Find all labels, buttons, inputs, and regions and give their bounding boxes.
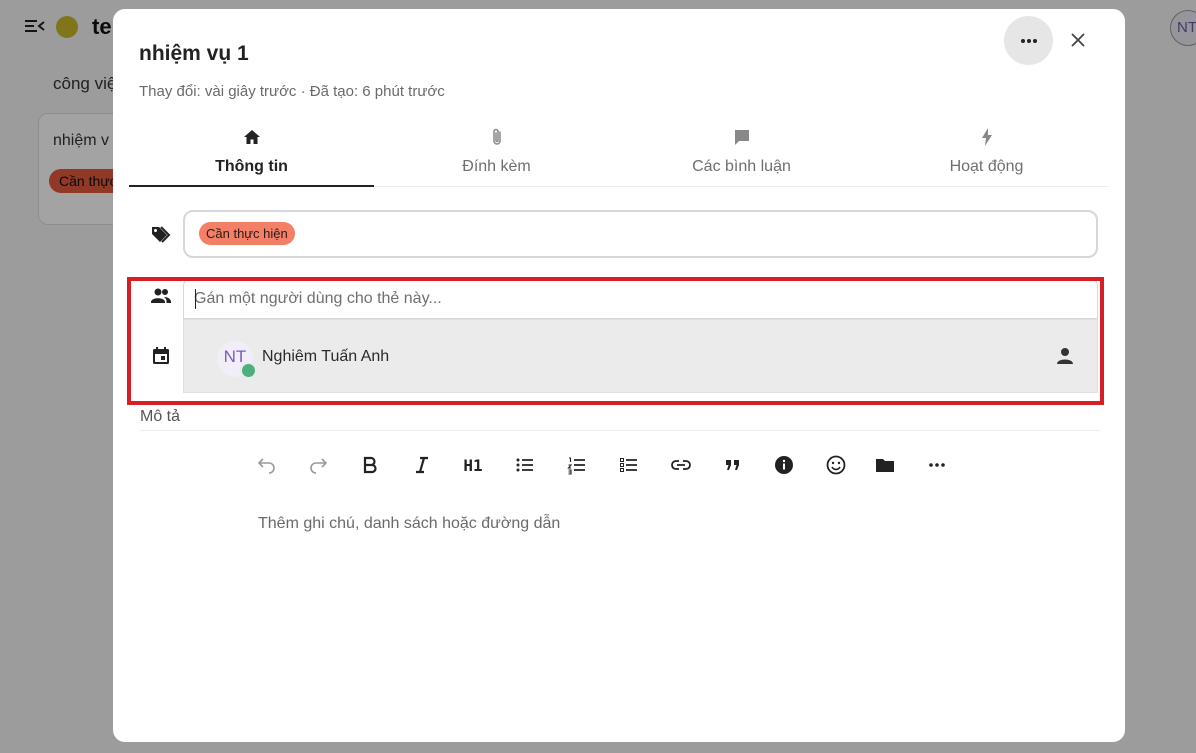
calendar-icon xyxy=(153,347,169,364)
tab-info[interactable]: Thông tin xyxy=(129,119,374,187)
close-button[interactable] xyxy=(1065,27,1091,53)
more-formatting-button[interactable] xyxy=(923,451,951,479)
emoji-button[interactable] xyxy=(822,451,850,479)
people-icon xyxy=(151,288,171,303)
undo-icon xyxy=(257,458,275,474)
person-icon xyxy=(1057,348,1073,364)
card-timestamps: Thay đổi: vài giây trước · Đã tạo: 6 phú… xyxy=(139,83,445,100)
tab-activity[interactable]: Hoạt động xyxy=(864,119,1109,187)
quote-icon xyxy=(726,460,739,470)
text-caret xyxy=(195,289,196,309)
label-tag[interactable]: Cần thực hiện xyxy=(199,222,295,245)
emoji-icon xyxy=(826,455,846,475)
tab-label: Hoạt động xyxy=(949,158,1024,175)
lightning-icon xyxy=(981,128,992,146)
numbered-list-button[interactable] xyxy=(563,451,591,479)
tab-bar: Thông tin Đính kèm Các bình luận Hoạt độ… xyxy=(129,119,1109,187)
card-detail-modal: nhiệm vụ 1 Thay đổi: vài giây trước · Đã… xyxy=(113,9,1125,742)
assignee-field[interactable] xyxy=(183,278,1098,319)
numbered-list-icon xyxy=(567,457,585,475)
description-label: Mô tả xyxy=(140,408,181,425)
bullet-list-icon xyxy=(516,458,533,472)
undo-button[interactable] xyxy=(253,451,281,479)
redo-icon xyxy=(310,458,328,474)
checklist-button[interactable] xyxy=(615,451,643,479)
tab-label: Các bình luận xyxy=(692,158,791,175)
tab-comments[interactable]: Các bình luận xyxy=(619,119,864,187)
description-editor-placeholder[interactable]: Thêm ghi chú, danh sách hoặc đường dẫn xyxy=(258,515,560,533)
card-title-heading[interactable]: nhiệm vụ 1 xyxy=(139,42,249,66)
info-button[interactable] xyxy=(770,451,798,479)
comment-icon xyxy=(734,130,749,145)
info-icon xyxy=(775,456,793,474)
folder-button[interactable] xyxy=(871,451,899,479)
redo-button[interactable] xyxy=(304,451,332,479)
heading-button[interactable]: H1 xyxy=(459,451,487,479)
tab-attachments[interactable]: Đính kèm xyxy=(374,119,619,187)
folder-icon xyxy=(876,459,894,472)
checklist-icon xyxy=(620,458,637,472)
italic-icon xyxy=(416,456,428,474)
italic-button[interactable] xyxy=(408,451,436,479)
labels-field[interactable]: Cần thực hiện xyxy=(183,210,1098,258)
assignee-dropdown: NT Nghiêm Tuấn Anh xyxy=(183,319,1098,393)
quote-button[interactable] xyxy=(719,451,747,479)
link-icon xyxy=(671,460,691,470)
bold-button[interactable] xyxy=(356,451,384,479)
link-button[interactable] xyxy=(667,451,695,479)
bold-icon xyxy=(363,456,377,474)
more-actions-button[interactable] xyxy=(1004,16,1053,65)
paperclip-icon xyxy=(492,128,501,145)
assignee-option[interactable]: NT Nghiêm Tuấn Anh xyxy=(184,320,1097,392)
more-horizontal-icon xyxy=(1020,38,1037,43)
tab-label: Thông tin xyxy=(215,158,288,175)
tags-icon xyxy=(152,226,171,243)
tab-label: Đính kèm xyxy=(462,158,531,175)
home-icon xyxy=(243,130,260,144)
divider xyxy=(140,430,1100,431)
more-horizontal-icon xyxy=(929,463,945,467)
online-status-dot xyxy=(240,362,257,379)
assignee-name: Nghiêm Tuấn Anh xyxy=(262,348,390,365)
close-icon xyxy=(1071,33,1085,47)
bullet-list-button[interactable] xyxy=(511,451,539,479)
assignee-search-input[interactable] xyxy=(194,287,1074,311)
